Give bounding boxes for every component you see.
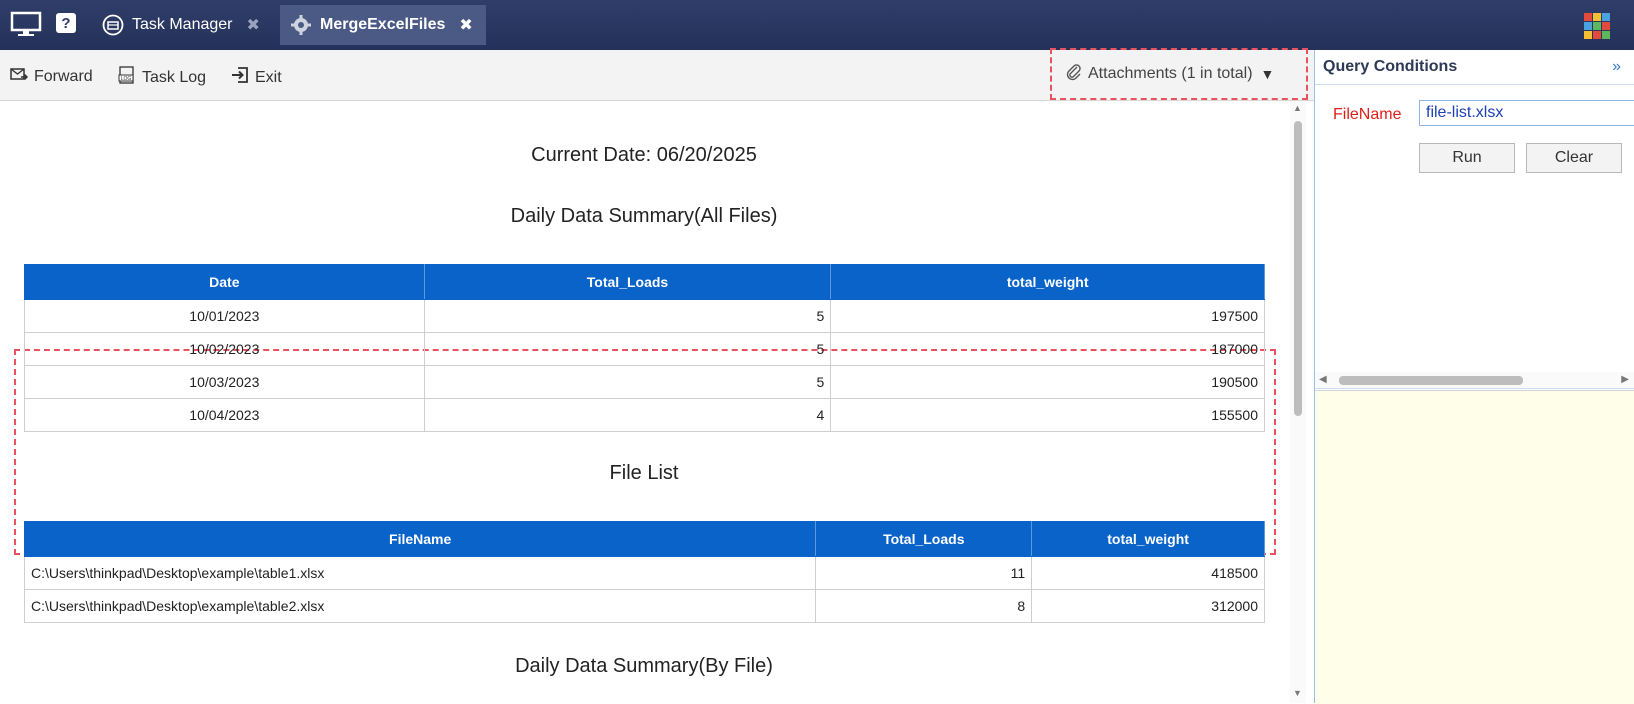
- scroll-up-icon[interactable]: ▲: [1293, 103, 1302, 113]
- cell-loads: 5: [423, 299, 832, 333]
- scroll-down-icon[interactable]: ▼: [1293, 688, 1302, 698]
- cell-weight: 155500: [830, 398, 1265, 432]
- file-list-title: File List: [609, 462, 679, 484]
- svg-text:?: ?: [61, 15, 70, 32]
- cell-weight: 197500: [830, 299, 1265, 333]
- result-area: [1315, 390, 1634, 704]
- exit-icon: [231, 66, 255, 89]
- table-row: 10/02/2023 5 187000: [24, 332, 1265, 366]
- column-header[interactable]: total_weight: [1031, 521, 1265, 557]
- cell-date: 10/01/2023: [24, 299, 425, 333]
- file-list-table: FileName Total_Loads total_weight C:\Use…: [23, 521, 1265, 623]
- cell-date: 10/03/2023: [24, 365, 425, 399]
- task-manager-icon: [102, 14, 124, 36]
- close-icon[interactable]: ✖: [459, 15, 472, 35]
- table-header-row: Date Total_Loads total_weight: [24, 264, 1265, 300]
- monitor-icon[interactable]: [10, 11, 42, 43]
- column-header[interactable]: FileName: [23, 521, 817, 557]
- forward-icon: [10, 66, 34, 87]
- cell-loads: 11: [815, 556, 1033, 590]
- table-header-row: FileName Total_Loads total_weight: [23, 521, 1265, 557]
- scroll-right-icon[interactable]: ▶: [1621, 374, 1629, 385]
- cell-loads: 8: [815, 589, 1033, 623]
- column-header[interactable]: Total_Loads: [815, 521, 1033, 557]
- cell-weight: 418500: [1031, 556, 1265, 590]
- cell-weight: 187000: [830, 332, 1265, 366]
- vertical-scrollbar[interactable]: ▲ ▼: [1290, 101, 1306, 703]
- query-panel: Query Conditions » FileName file-list.xl…: [1314, 50, 1634, 704]
- report-content: Current Date: 06/20/2025 Daily Data Summ…: [0, 101, 1295, 703]
- forward-button[interactable]: Forward: [10, 66, 93, 87]
- query-panel-title: Query Conditions: [1323, 58, 1458, 75]
- cell-filename: C:\Users\thinkpad\Desktop\example\table2…: [23, 589, 817, 623]
- cell-weight: 312000: [1031, 589, 1265, 623]
- log-icon: LOG: [118, 66, 142, 89]
- summary-all-title: Daily Data Summary(All Files): [510, 205, 778, 227]
- task-log-button[interactable]: LOG Task Log: [118, 66, 206, 89]
- close-icon[interactable]: ✖: [247, 15, 260, 35]
- scroll-left-icon[interactable]: ◀: [1319, 374, 1327, 385]
- app-logo-icon: [1582, 11, 1612, 45]
- tab-task-manager[interactable]: Task Manager ✖: [102, 5, 260, 45]
- table-row: 10/04/2023 4 155500: [24, 398, 1265, 432]
- current-date: Current Date: 06/20/2025: [531, 144, 757, 166]
- tab-label: Task Manager: [132, 16, 233, 33]
- cell-loads: 4: [423, 398, 832, 432]
- cell-weight: 190500: [830, 365, 1265, 399]
- cell-filename: C:\Users\thinkpad\Desktop\example\table1…: [23, 556, 817, 590]
- query-panel-header: Query Conditions »: [1315, 50, 1634, 85]
- filename-input[interactable]: file-list.xlsx: [1419, 100, 1634, 126]
- paperclip-icon: [1066, 63, 1088, 86]
- help-icon[interactable]: ?: [56, 13, 76, 39]
- column-header[interactable]: Total_Loads: [423, 264, 832, 300]
- tab-label: MergeExcelFiles: [320, 16, 446, 33]
- cell-date: 10/04/2023: [24, 398, 425, 432]
- table-row: C:\Users\thinkpad\Desktop\example\table1…: [23, 556, 1265, 590]
- cell-loads: 5: [423, 332, 832, 366]
- exit-button[interactable]: Exit: [231, 66, 282, 89]
- run-button[interactable]: Run: [1419, 143, 1515, 173]
- horizontal-scrollbar[interactable]: ◀ ▶: [1315, 372, 1634, 389]
- tab-merge-excel-files[interactable]: MergeExcelFiles ✖: [280, 5, 486, 45]
- column-header[interactable]: total_weight: [830, 264, 1265, 300]
- cell-date: 10/02/2023: [24, 332, 425, 366]
- gear-icon: [290, 14, 312, 36]
- triangle-down-icon: ▼: [1260, 66, 1275, 82]
- column-header[interactable]: Date: [24, 264, 425, 300]
- collapse-icon[interactable]: »: [1612, 58, 1621, 76]
- cell-loads: 5: [423, 365, 832, 399]
- summary-by-file-title: Daily Data Summary(By File): [515, 655, 773, 677]
- filename-label: FileName: [1333, 106, 1402, 123]
- clear-button[interactable]: Clear: [1526, 143, 1622, 173]
- table-row: 10/03/2023 5 190500: [24, 365, 1265, 399]
- table-row: C:\Users\thinkpad\Desktop\example\table2…: [23, 589, 1265, 623]
- exit-label: Exit: [255, 68, 282, 86]
- attachments-label: Attachments (1 in total): [1088, 65, 1253, 82]
- scrollbar-thumb[interactable]: [1339, 376, 1523, 385]
- title-bar: ? Task Manager ✖ MergeExcelFiles ✖: [0, 0, 1634, 50]
- table-row: 10/01/2023 5 197500: [24, 299, 1265, 333]
- scrollbar-thumb[interactable]: [1294, 121, 1302, 416]
- svg-text:LOG: LOG: [121, 76, 132, 82]
- attachments-dropdown[interactable]: Attachments (1 in total) ▼: [1050, 48, 1308, 100]
- task-log-label: Task Log: [142, 68, 207, 86]
- forward-label: Forward: [34, 67, 93, 85]
- summary-all-table: Date Total_Loads total_weight 10/01/2023…: [24, 264, 1265, 432]
